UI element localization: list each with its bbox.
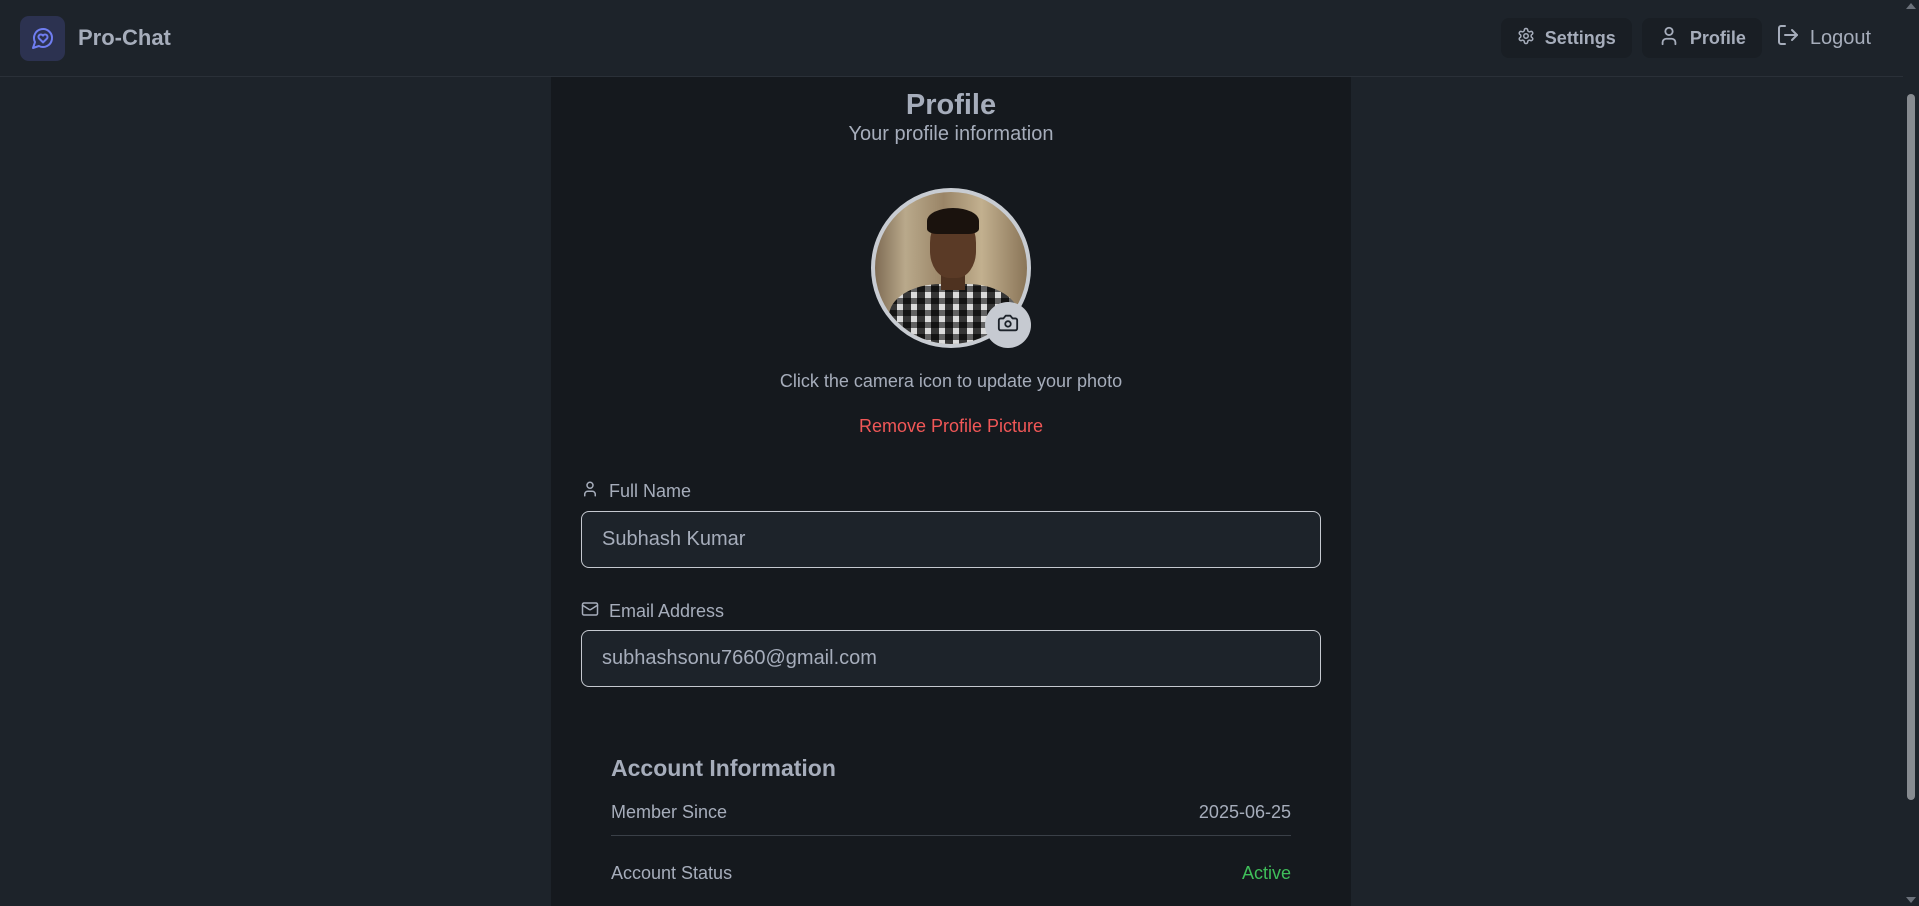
full-name-label: Full Name — [581, 480, 691, 503]
settings-label: Settings — [1544, 27, 1616, 48]
settings-button[interactable]: Settings — [1500, 18, 1632, 58]
user-icon — [1658, 25, 1680, 52]
account-information: Account Information Member Since 2025-06… — [581, 717, 1321, 906]
full-name-label-text: Full Name — [609, 481, 692, 501]
logout-button[interactable]: Logout — [1772, 18, 1883, 58]
user-icon — [581, 480, 599, 503]
camera-button[interactable] — [985, 302, 1031, 348]
navbar: Pro-Chat Settings Profile Logout — [0, 0, 1903, 77]
status-badge: Active — [1241, 863, 1291, 883]
account-information-title: Account Information — [611, 755, 836, 781]
profile-button[interactable]: Profile — [1641, 18, 1762, 58]
brand[interactable]: Pro-Chat — [20, 15, 171, 61]
app-name: Pro-Chat — [78, 25, 171, 50]
gear-icon — [1517, 27, 1535, 50]
mail-icon — [581, 600, 599, 623]
account-status-label: Account Status — [611, 863, 733, 883]
page-subtitle: Your profile information — [848, 123, 1054, 145]
profile-label: Profile — [1689, 27, 1746, 48]
logout-label: Logout — [1809, 26, 1871, 49]
camera-icon — [997, 312, 1019, 339]
nav-actions: Settings Profile Logout — [1500, 18, 1883, 58]
email-label-text: Email Address — [609, 601, 725, 621]
email-field[interactable] — [581, 630, 1321, 687]
member-since-label: Member Since — [611, 802, 728, 822]
avatar-container — [871, 188, 1031, 348]
full-name-field[interactable] — [581, 511, 1321, 568]
scroll-down-arrow-icon[interactable] — [1906, 897, 1916, 903]
photo-hint: Click the camera icon to update your pho… — [779, 371, 1123, 391]
avatar-hair — [927, 208, 979, 234]
logout-icon — [1776, 23, 1800, 53]
member-since-value: 2025-06-25 — [1198, 802, 1291, 822]
list-item: Account Status Active — [611, 863, 1291, 884]
page-title: Profile — [905, 89, 997, 121]
chat-heart-icon — [20, 15, 65, 61]
scroll-up-arrow-icon[interactable] — [1906, 3, 1916, 9]
profile-card: Profile Your profile information Click t… — [551, 77, 1351, 906]
scrollbar-thumb[interactable] — [1907, 94, 1915, 800]
scrollbar[interactable] — [1903, 0, 1919, 906]
list-item: Member Since 2025-06-25 — [611, 802, 1291, 836]
email-label: Email Address — [581, 600, 724, 623]
remove-photo-button[interactable]: Remove Profile Picture — [551, 416, 1351, 437]
